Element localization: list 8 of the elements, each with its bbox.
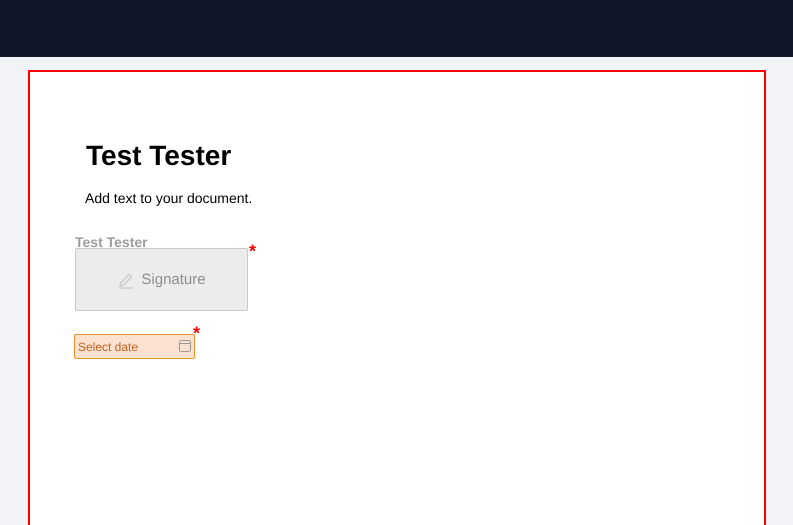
signer-name: Test Tester — [75, 234, 148, 250]
required-mark: * — [248, 242, 256, 260]
calendar-icon — [179, 340, 191, 352]
date-field[interactable]: Select date — [74, 334, 195, 359]
document-text: Add text to your document. — [85, 189, 254, 208]
required-mark: * — [192, 324, 200, 342]
document-title: Test Tester — [86, 139, 232, 173]
signature-field[interactable]: Signature — [75, 248, 248, 311]
